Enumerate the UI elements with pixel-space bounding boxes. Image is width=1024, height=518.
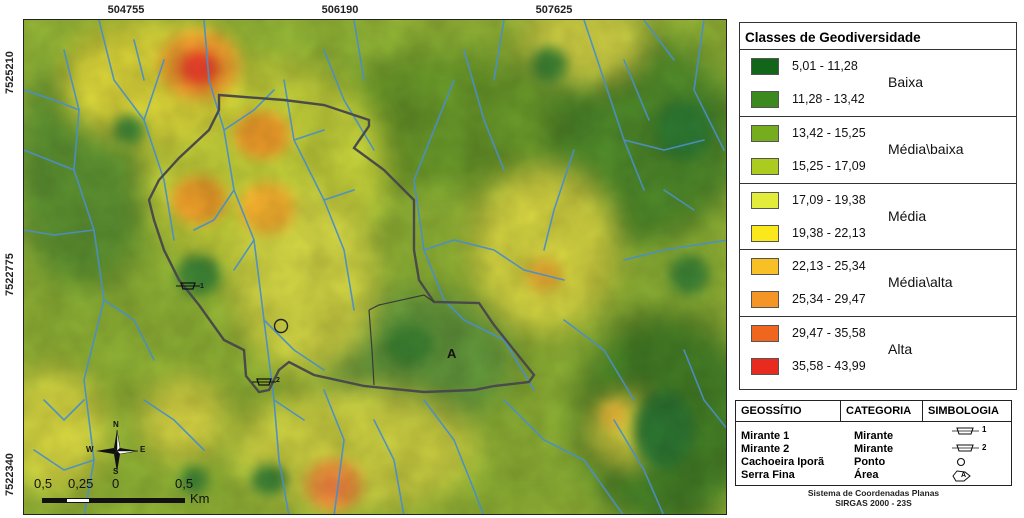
legend-group-media-alta: 22,13 - 25,34 25,34 - 29,47 Média\alta — [740, 250, 1016, 318]
area-legend-letter: A — [961, 472, 967, 479]
table-row: Cachoeira Iporã Ponto — [736, 456, 1011, 469]
west-label: W — [86, 445, 94, 454]
legend-swatch — [751, 91, 779, 108]
scale-segment-1 — [42, 498, 66, 503]
geosite-name: Serra Fina — [741, 469, 795, 481]
legend-class-name: Média — [888, 207, 927, 224]
geosites-table: GEOSSÍTIO CATEGORIA SIMBOLOGIA Mirante 1… — [735, 400, 1012, 486]
north-arrow: N S W E — [86, 420, 146, 476]
scale-label-3: 0 — [112, 476, 120, 491]
legend-class-6: 19,38 - 22,13 — [740, 217, 888, 250]
coord-top-2: 506190 — [321, 4, 359, 16]
legend-range: 13,42 - 15,25 — [792, 125, 866, 140]
legend-range: 15,25 - 17,09 — [792, 158, 866, 173]
geosite-name: Mirante 1 — [741, 430, 790, 442]
legend-swatch — [751, 291, 779, 309]
geosites-header: GEOSSÍTIO CATEGORIA SIMBOLOGIA — [736, 401, 1011, 422]
legend-group-alta: 29,47 - 35,58 35,58 - 43,99 Alta — [740, 317, 1016, 384]
legend-class-8: 25,34 - 29,47 — [740, 283, 888, 316]
coord-left-3: 7522340 — [4, 453, 16, 496]
mirante-2-legend-number: 2 — [982, 443, 987, 452]
legend-class-1: 5,01 - 11,28 — [740, 50, 888, 83]
header-geossitio: GEOSSÍTIO — [741, 405, 802, 417]
legend-class-name: Média\baixa — [888, 140, 964, 157]
legend-title: Classes de Geodiversidade — [740, 23, 1016, 50]
geosite-category: Mirante — [854, 430, 894, 442]
scale-label-4: 0,5 — [175, 476, 194, 491]
legend-class-10: 35,58 - 43,99 — [740, 350, 888, 383]
legend-swatch — [751, 325, 779, 343]
legend-swatch — [751, 191, 779, 209]
legend-swatch — [751, 224, 779, 242]
legend-swatch — [751, 124, 779, 142]
legend-range: 22,13 - 25,34 — [792, 259, 866, 274]
scale-segment-3 — [90, 498, 115, 503]
legend-class-2: 11,28 - 13,42 — [740, 83, 888, 116]
legend-range: 17,09 - 19,38 — [792, 192, 866, 207]
legend-class-name: Alta — [888, 341, 913, 358]
legend-class-9: 29,47 - 35,58 — [740, 317, 888, 350]
coordinate-system-note: Sistema de Coordenadas Planas SIRGAS 200… — [735, 488, 1012, 508]
coord-top-3: 507625 — [535, 4, 573, 16]
legend-class-3: 13,42 - 15,25 — [740, 117, 888, 150]
legend-range: 5,01 - 11,28 — [792, 59, 858, 73]
scale-bar: 0,5 0,25 0 0,5 Km — [30, 476, 230, 508]
mirante-2-number: 2 — [276, 377, 280, 384]
coordinate-system-line-1: Sistema de Coordenadas Planas — [807, 488, 940, 498]
geosite-name: Cachoeira Iporã — [741, 456, 825, 468]
coord-top-1: 504755 — [107, 4, 145, 16]
south-label: S — [113, 467, 119, 476]
legend-class-name: Baixa — [888, 74, 924, 90]
geosite-category: Área — [854, 469, 879, 481]
legend-group-baixa: 5,01 - 11,28 11,28 - 13,42 Baixa — [740, 50, 1016, 117]
legend-range: 11,28 - 13,42 — [792, 92, 865, 106]
legend-group-media: 17,09 - 19,38 19,38 - 22,13 Média — [740, 184, 1016, 251]
north-label: N — [113, 420, 119, 429]
legend-range: 19,38 - 22,13 — [792, 225, 866, 240]
legend-group-media-baixa: 13,42 - 15,25 15,25 - 17,09 Média\baixa — [740, 117, 1016, 184]
table-row: Mirante 2 Mirante 2 — [736, 443, 1011, 456]
legend-class-5: 17,09 - 19,38 — [740, 184, 888, 217]
scale-segment-2 — [66, 498, 90, 503]
legend-class-4: 15,25 - 17,09 — [740, 150, 888, 183]
legend-class-7: 22,13 - 25,34 — [740, 250, 888, 283]
area-label-a: A — [447, 346, 457, 361]
geosite-category: Ponto — [854, 456, 886, 468]
legend-range: 29,47 - 35,58 — [792, 326, 866, 341]
legend-range: 35,58 - 43,99 — [792, 359, 866, 374]
legend-swatch — [751, 157, 779, 175]
geosite-category: Mirante — [854, 443, 894, 455]
coordinate-system-line-2: SIRGAS 2000 - 23S — [835, 498, 912, 508]
header-categoria: CATEGORIA — [846, 405, 912, 417]
geosite-name: Mirante 2 — [741, 443, 790, 455]
east-label: E — [140, 445, 146, 454]
legend-swatch — [751, 258, 779, 276]
legend-class-name: Média\alta — [888, 274, 953, 291]
mirante-1-number: 1 — [200, 283, 204, 290]
scale-label-2: 0,25 — [68, 476, 94, 491]
scale-segment-4 — [115, 498, 185, 503]
scale-label-1: 0,5 — [34, 476, 53, 491]
geodiversity-legend: Classes de Geodiversidade 5,01 - 11,28 1… — [739, 22, 1017, 390]
header-simbologia: SIMBOLOGIA — [928, 405, 999, 417]
scale-unit: Km — [190, 491, 210, 506]
legend-swatch — [751, 358, 779, 376]
mirante-1-legend-number: 1 — [982, 425, 987, 434]
legend-range: 25,34 - 29,47 — [792, 292, 866, 307]
coord-left-2: 7522775 — [4, 253, 16, 296]
table-row: Serra Fina Área A — [736, 469, 1011, 482]
coord-left-1: 7525210 — [4, 51, 16, 94]
legend-swatch — [751, 58, 779, 75]
